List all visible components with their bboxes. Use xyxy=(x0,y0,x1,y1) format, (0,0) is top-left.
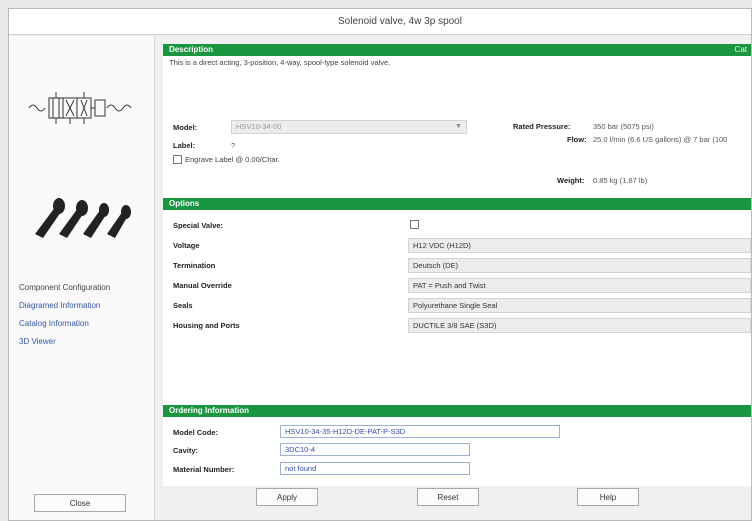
nav-diagramed-information[interactable]: Diagramed Information xyxy=(19,297,151,315)
apply-button[interactable]: Apply xyxy=(256,488,318,506)
ordering-header: Ordering Information xyxy=(163,405,751,417)
housing-ports-select[interactable]: DUCTILE 3/8 SAE (S3D) xyxy=(408,318,751,333)
model-code-field[interactable]: HSV10-34-35-H12D-DE-PAT-P-S3D xyxy=(280,425,560,438)
special-valve-label: Special Valve: xyxy=(173,221,224,230)
valve-photo-icon xyxy=(35,198,131,238)
option-label: Manual Override xyxy=(173,281,232,290)
description-header-label: Description xyxy=(169,45,214,54)
option-row-seals: Seals Polyurethane Single Seal xyxy=(163,297,751,315)
title-bar: Solenoid valve, 4w 3p spool xyxy=(9,9,751,35)
option-label: Housing and Ports xyxy=(173,321,240,330)
left-panel: Component Configuration Diagramed Inform… xyxy=(9,36,155,520)
options-header: Options xyxy=(163,198,751,210)
weight-label: Weight: xyxy=(557,176,585,185)
option-label: Termination xyxy=(173,261,216,270)
cavity-field[interactable]: 3DC10-4 xyxy=(280,443,470,456)
seals-select[interactable]: Polyurethane Single Seal xyxy=(408,298,751,313)
material-number-label: Material Number: xyxy=(173,465,235,474)
label-value: ? xyxy=(231,141,236,150)
options-header-label: Options xyxy=(169,199,200,208)
main-content: Description Cat This is a direct acting,… xyxy=(163,44,751,486)
rated-pressure-label: Rated Pressure: xyxy=(513,122,571,131)
reset-button[interactable]: Reset xyxy=(417,488,479,506)
option-row-termination: Termination Deutsch (DE) xyxy=(163,257,751,275)
model-label: Model: xyxy=(173,123,198,132)
engrave-label-text: Engrave Label @ 0.00/Char. xyxy=(185,155,280,164)
option-label: Voltage xyxy=(173,241,200,250)
cavity-label: Cavity: xyxy=(173,446,199,455)
hydraulic-symbol-icon xyxy=(28,92,132,124)
engrave-label-checkbox[interactable] xyxy=(173,155,182,164)
help-button[interactable]: Help xyxy=(577,488,639,506)
option-label: Seals xyxy=(173,301,193,310)
option-row-housing-ports: Housing and Ports DUCTILE 3/8 SAE (S3D) xyxy=(163,317,751,335)
window-title: Solenoid valve, 4w 3p spool xyxy=(338,16,462,27)
label-label: Label: xyxy=(173,141,196,150)
chevron-down-icon: ▼ xyxy=(455,123,462,130)
rated-pressure-value: 350 bar (5075 psi) xyxy=(593,122,654,131)
nav-component-configuration[interactable]: Component Configuration xyxy=(19,279,151,297)
model-select-value: HSV10-34-00 xyxy=(236,122,282,131)
special-valve-checkbox[interactable] xyxy=(410,220,419,229)
nav-3d-viewer[interactable]: 3D Viewer xyxy=(19,333,151,351)
model-select[interactable]: HSV10-34-00 ▼ xyxy=(231,120,467,134)
description-text: This is a direct acting, 3-position, 4-w… xyxy=(169,58,391,67)
material-number-field[interactable]: not found xyxy=(280,462,470,475)
option-row-voltage: Voltage H12 VDC (H12D) xyxy=(163,237,751,255)
ordering-header-label: Ordering Information xyxy=(169,406,249,415)
side-navigation: Component Configuration Diagramed Inform… xyxy=(19,279,151,351)
flow-value: 25.0 l/min (6.6 US gallons) @ 7 bar (100 xyxy=(593,135,728,144)
manual-override-select[interactable]: PAT = Push and Twist xyxy=(408,278,751,293)
catalog-link[interactable]: Cat xyxy=(735,44,747,56)
configurator-window: Solenoid valve, 4w 3p spool Component Co… xyxy=(8,8,752,521)
nav-catalog-information[interactable]: Catalog Information xyxy=(19,315,151,333)
close-button[interactable]: Close xyxy=(34,494,126,512)
description-header: Description Cat xyxy=(163,44,751,56)
weight-value: 0.85 kg (1.87 lb) xyxy=(593,176,648,185)
model-code-label: Model Code: xyxy=(173,428,218,437)
option-row-manual-override: Manual Override PAT = Push and Twist xyxy=(163,277,751,295)
termination-select[interactable]: Deutsch (DE) xyxy=(408,258,751,273)
voltage-select[interactable]: H12 VDC (H12D) xyxy=(408,238,751,253)
flow-label: Flow: xyxy=(567,135,587,144)
